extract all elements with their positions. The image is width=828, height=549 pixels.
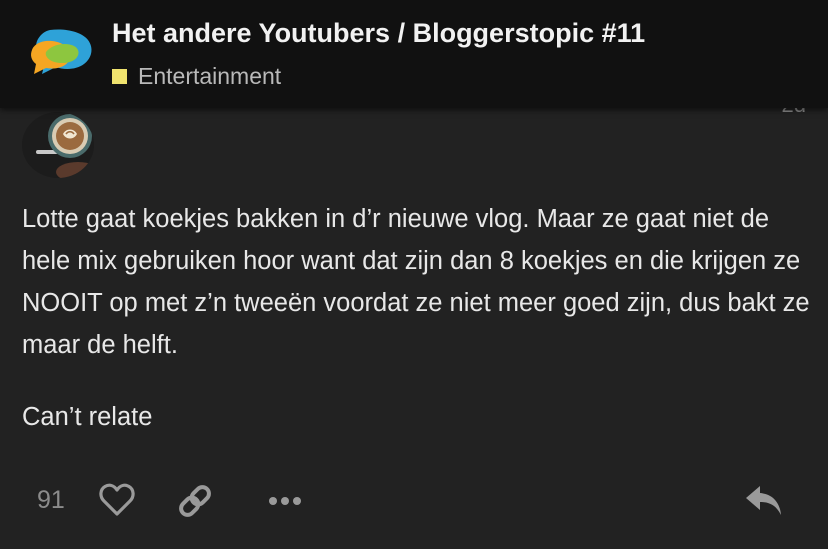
category-badge[interactable]: Entertainment	[112, 63, 281, 90]
post-paragraph: Lotte gaat koekjes bakken in d’r nieuwe …	[22, 205, 810, 359]
ellipsis-icon[interactable]	[266, 490, 304, 512]
category-color-swatch	[112, 69, 127, 84]
discourse-logo-icon[interactable]	[22, 22, 98, 88]
topic-title[interactable]: Het andere Youtubers / Bloggerstopic #11	[112, 18, 645, 49]
post-actions: 91	[0, 476, 828, 528]
avatar-image	[22, 112, 94, 178]
category-label: Entertainment	[138, 63, 282, 89]
heart-icon[interactable]	[98, 482, 136, 518]
like-count[interactable]: 91	[37, 486, 65, 515]
topic-header: Het andere Youtubers / Bloggerstopic #11…	[0, 0, 828, 108]
link-icon[interactable]	[176, 482, 214, 520]
post-paragraph: Can’t relate	[22, 403, 153, 431]
avatar[interactable]	[22, 112, 94, 178]
reply-icon[interactable]	[744, 484, 784, 518]
post-body: Lotte gaat koekjes bakken in d’r nieuwe …	[22, 198, 812, 438]
